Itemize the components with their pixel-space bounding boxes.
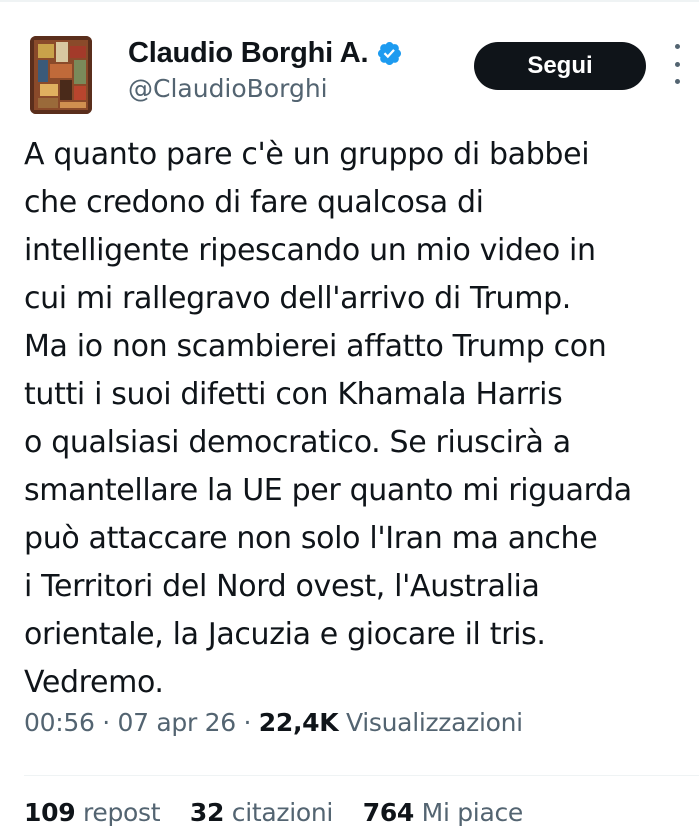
divider [24, 775, 699, 776]
views-label: Visualizzazioni [346, 708, 523, 737]
tweet-text-line: o qualsiasi democratico. Se riuscirà a [24, 425, 571, 460]
likes-label: Mi piace [421, 798, 524, 827]
display-name[interactable]: Claudio Borghi A. [128, 37, 369, 70]
follow-button[interactable]: Segui [474, 42, 646, 90]
verified-badge-icon[interactable] [376, 40, 403, 67]
tweet-card: Claudio Borghi A. @ClaudioBorghi Segui A… [0, 0, 699, 836]
tweet-time[interactable]: 00:56 [24, 708, 95, 737]
name-row: Claudio Borghi A. [128, 34, 403, 72]
likes-stat[interactable]: 764 Mi piace [362, 798, 524, 827]
more-dot [674, 44, 680, 49]
reposts-stat[interactable]: 109 repost [24, 798, 168, 827]
tweet-date[interactable]: 07 apr 26 [118, 708, 237, 737]
tweet-text-line: A quanto pare c'è un gruppo di babbei [24, 137, 590, 172]
tweet-text: A quanto pare c'è un gruppo di babbei ch… [24, 131, 692, 707]
tweet-text-line: può attaccare non solo l'Iran ma anche [24, 521, 598, 556]
quotes-label: citazioni [231, 798, 334, 827]
reposts-count: 109 [24, 798, 76, 827]
tweet-text-line: intelligente ripescando un mio video in [24, 233, 596, 268]
tweet-text-line: Vedremo. [24, 665, 164, 700]
reposts-label: repost [82, 798, 161, 827]
tweet-text-line: tutti i suoi difetti con Khamala Harris [24, 377, 563, 412]
likes-count: 764 [362, 798, 415, 827]
tweet-text-line: i Territori del Nord ovest, l'Australia [24, 569, 540, 604]
quotes-stat[interactable]: 32 citazioni [190, 798, 341, 827]
meta-separator: · [102, 708, 110, 737]
tweet-text-line: smantellare la UE per quanto mi riguarda [24, 473, 632, 508]
meta-separator: · [243, 708, 252, 737]
tweet-text-line: che credono di fare qualcosa di [24, 185, 484, 220]
avatar-image [30, 36, 92, 114]
tweet-text-line: Ma io non scambierei affatto Trump con [24, 329, 607, 364]
avatar[interactable] [30, 36, 92, 114]
quotes-count: 32 [189, 798, 225, 827]
tweet-text-line: cui mi rallegravo dell'arrivo di Trump. [24, 281, 571, 316]
top-border [0, 0, 699, 2]
more-dot [674, 61, 680, 67]
more-options-icon[interactable] [670, 44, 684, 84]
user-handle[interactable]: @ClaudioBorghi [128, 74, 328, 103]
tweet-text-line: orientale, la Jacuzia e giocare il tris. [24, 617, 546, 652]
tweet-meta: 00:56 · 07 apr 26 · 22,4K Visualizzazion… [24, 708, 523, 737]
more-dot [674, 79, 680, 84]
engagement-stats: 109 repost 32 citazioni 764 Mi piace [24, 798, 545, 827]
views-count: 22,4K [258, 708, 339, 737]
